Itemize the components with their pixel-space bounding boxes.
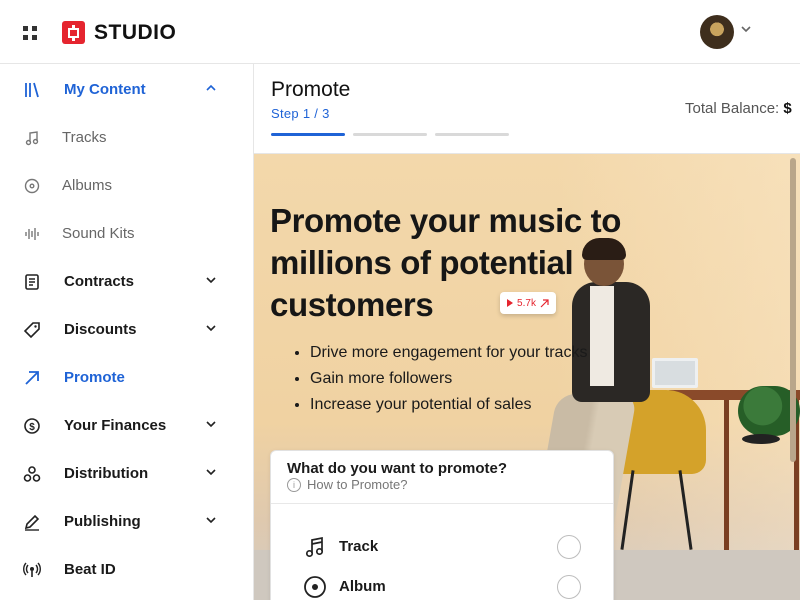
- sidebar-item-label: My Content: [64, 81, 146, 98]
- sidebar-item-label: Distribution: [64, 465, 149, 482]
- broadcast-icon: [22, 560, 42, 580]
- progress-step-3: [435, 133, 509, 136]
- sidebar-item-label: Publishing: [64, 513, 141, 530]
- hero-desk-leg: [724, 400, 729, 550]
- hero-headline: Promote your music to millions of potent…: [270, 202, 621, 323]
- sidebar-item-label: Contracts: [64, 273, 135, 290]
- sidebar-item-label: Tracks: [62, 129, 107, 146]
- chevron-down-icon[interactable]: [203, 320, 219, 336]
- disc-icon: [22, 176, 42, 196]
- progress-step-2: [353, 133, 427, 136]
- promote-type-card: What do you want to promote? i How to Pr…: [270, 450, 614, 600]
- benefit-item: Drive more engagement for your tracks: [310, 342, 587, 368]
- sidebar-item-label: Sound Kits: [62, 225, 135, 242]
- benefit-item: Increase your potential of sales: [310, 394, 587, 420]
- svg-text:$: $: [29, 422, 35, 433]
- balance-value: $: [783, 100, 792, 117]
- views-badge: 5.7k: [500, 292, 556, 314]
- radio-track[interactable]: [557, 535, 581, 559]
- option-track[interactable]: Track: [271, 529, 613, 565]
- music-note-icon: [303, 535, 327, 559]
- sidebar-item-contracts[interactable]: Contracts: [0, 258, 253, 306]
- total-balance: Total Balance: $: [685, 100, 792, 117]
- views-count: 5.7k: [517, 297, 536, 309]
- waveform-icon: [22, 224, 42, 244]
- top-bar: STUDIO: [0, 0, 800, 64]
- sidebar-item-label: Promote: [64, 369, 125, 386]
- step-indicator: Step 1 / 3: [271, 106, 330, 121]
- sidebar-item-label: Discounts: [64, 321, 137, 338]
- hero-laptop: [652, 358, 698, 388]
- progress-step-1: [271, 133, 345, 136]
- sidebar-item-label: Albums: [62, 177, 113, 194]
- benefit-item: Gain more followers: [310, 368, 587, 394]
- studio-logo[interactable]: [62, 21, 85, 44]
- distribution-icon: [22, 464, 42, 484]
- sidebar-item-finances[interactable]: $ Your Finances: [0, 402, 253, 450]
- how-to-promote-link[interactable]: i How to Promote?: [287, 477, 407, 492]
- user-avatar[interactable]: [700, 15, 734, 49]
- page-header: Promote Step 1 / 3 Total Balance: $: [254, 64, 800, 154]
- scrollbar[interactable]: [790, 158, 796, 462]
- arrow-up-right-icon: [540, 298, 549, 307]
- sidebar-item-tracks[interactable]: Tracks: [0, 114, 253, 162]
- page-title: Promote: [271, 78, 351, 101]
- promo-hero: Promote your music to millions of potent…: [254, 154, 800, 600]
- radio-album[interactable]: [557, 575, 581, 599]
- grid-icon[interactable]: [23, 26, 37, 40]
- balance-label: Total Balance:: [685, 100, 780, 117]
- chevron-down-icon[interactable]: [203, 272, 219, 288]
- sidebar-item-my-content[interactable]: My Content: [0, 66, 253, 114]
- sidebar-item-beat-id[interactable]: Beat ID: [0, 546, 253, 594]
- sidebar-item-distribution[interactable]: Distribution: [0, 450, 253, 498]
- option-album[interactable]: Album: [271, 569, 613, 600]
- chevron-up-icon[interactable]: [203, 80, 219, 96]
- option-label: Track: [339, 538, 379, 555]
- option-label: Album: [339, 578, 386, 595]
- chevron-down-icon[interactable]: [203, 464, 219, 480]
- divider: [271, 503, 613, 504]
- sidebar: My Content Tracks Albums Sound Kits Cont…: [0, 64, 254, 600]
- music-note-icon: [22, 128, 42, 148]
- info-icon: i: [287, 477, 301, 492]
- tag-icon: [22, 320, 42, 340]
- sidebar-item-publishing[interactable]: Publishing: [0, 498, 253, 546]
- chevron-down-icon[interactable]: [740, 22, 752, 38]
- chevron-down-icon[interactable]: [203, 512, 219, 528]
- sidebar-item-discounts[interactable]: Discounts: [0, 306, 253, 354]
- card-title: What do you want to promote?: [287, 460, 507, 477]
- document-icon: [22, 272, 42, 292]
- chevron-down-icon[interactable]: [203, 416, 219, 432]
- library-icon: [22, 80, 42, 100]
- pen-icon: [22, 512, 42, 532]
- help-label: How to Promote?: [307, 477, 408, 492]
- sidebar-item-label: Beat ID: [64, 561, 116, 578]
- benefit-list: Drive more engagement for your tracks Ga…: [310, 342, 587, 420]
- arrow-up-right-icon: [22, 368, 42, 388]
- disc-icon: [303, 575, 327, 599]
- dollar-icon: $: [22, 416, 42, 436]
- sidebar-item-sound-kits[interactable]: Sound Kits: [0, 210, 253, 258]
- sidebar-item-promote[interactable]: Promote: [0, 354, 253, 402]
- sidebar-item-albums[interactable]: Albums: [0, 162, 253, 210]
- play-icon: [507, 299, 514, 307]
- hero-stool: [742, 434, 780, 444]
- sidebar-item-label: Your Finances: [64, 417, 167, 434]
- brand-name[interactable]: STUDIO: [94, 21, 176, 45]
